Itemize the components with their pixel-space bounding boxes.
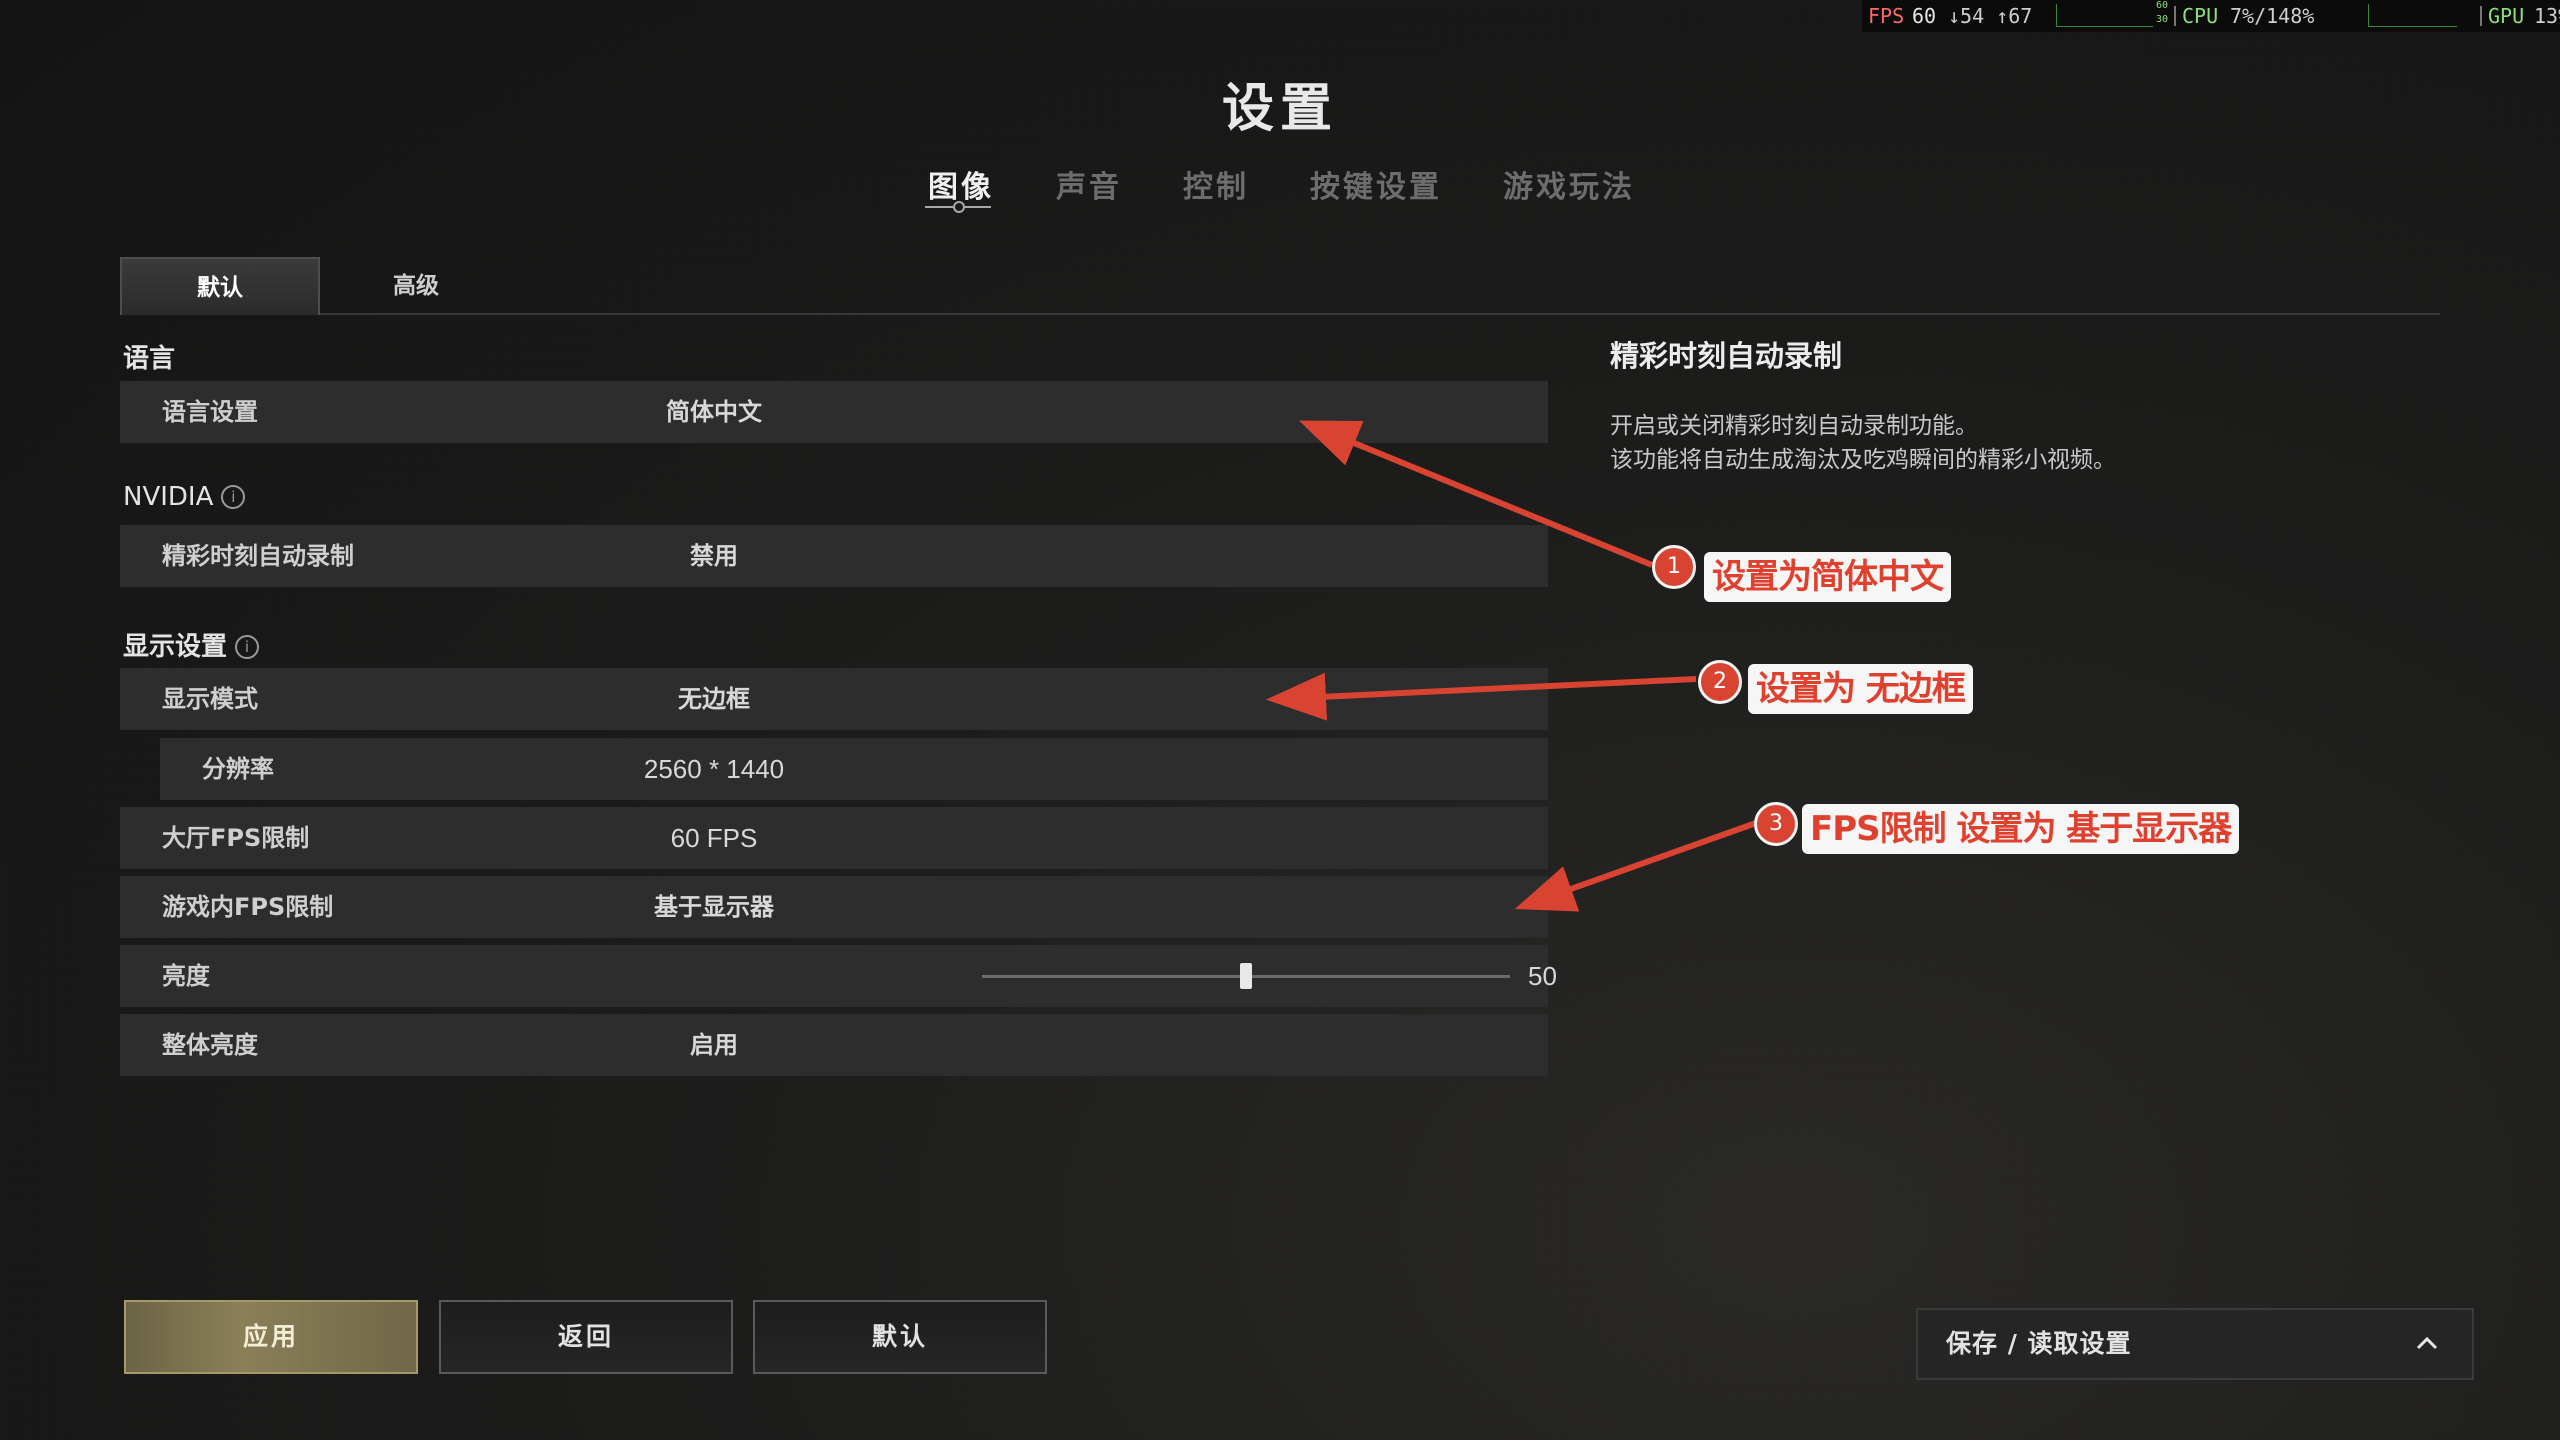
annotation-callout-3: FPS限制 设置为 基于显示器: [1802, 804, 2240, 854]
description-line: 该功能将自动生成淘汰及吃鸡瞬间的精彩小视频。: [1610, 447, 2116, 473]
reset-default-button[interactable]: 默认: [753, 1300, 1047, 1374]
tab-control[interactable]: 控制: [1183, 162, 1249, 206]
info-icon[interactable]: i: [235, 635, 260, 659]
performance-overlay: FPS 60 ↓54 ↑67 60 30 CPU 7%/148% GPU 13%: [1862, 0, 2560, 32]
network-stats: ↓54 ↑67: [1948, 4, 2033, 28]
setting-value[interactable]: 无边框: [120, 668, 1308, 730]
back-button[interactable]: 返回: [439, 1300, 733, 1374]
description-line: 开启或关闭精彩时刻自动录制功能。: [1610, 413, 1978, 439]
setting-row-ingame-fps-limit[interactable]: 游戏内FPS限制 基于显示器: [120, 876, 1548, 938]
annotation-badge-2: 2: [1698, 660, 1742, 704]
description-title: 精彩时刻自动录制: [1610, 339, 1843, 373]
section-title-text: 语言: [123, 344, 176, 374]
section-title-text: NVIDIA: [123, 482, 214, 512]
page-title: 设置: [1221, 79, 1338, 139]
annotation-badge-1: 1: [1652, 545, 1696, 589]
graph-scale-bottom: 30: [2156, 14, 2169, 25]
setting-row-display-mode[interactable]: 显示模式 无边框: [120, 668, 1548, 730]
tab-gameplay[interactable]: 游戏玩法: [1503, 162, 1635, 206]
setting-label: 亮度: [162, 962, 210, 990]
active-tab-indicator: [953, 201, 965, 213]
section-language-title: 语言: [123, 338, 175, 375]
setting-row-highlight-recording[interactable]: 精彩时刻自动录制 禁用: [120, 525, 1548, 587]
brightness-slider-handle[interactable]: [1240, 963, 1252, 989]
arrow-3: [1514, 820, 1758, 912]
setting-value[interactable]: 简体中文: [120, 381, 1308, 443]
fps-graph: [2056, 4, 2153, 27]
subtab-default[interactable]: 默认: [120, 257, 320, 315]
overlay-divider: [2174, 6, 2176, 26]
save-load-label: 保存 / 读取设置: [1946, 1329, 2132, 1358]
apply-button[interactable]: 应用: [124, 1300, 418, 1374]
overlay-divider: [2480, 6, 2482, 26]
setting-row-brightness[interactable]: 亮度 50: [120, 945, 1557, 1007]
gpu-label: GPU: [2488, 4, 2525, 28]
setting-row-resolution[interactable]: 分辨率 2560 * 1440: [160, 738, 1548, 800]
save-load-settings-panel[interactable]: 保存 / 读取设置: [1916, 1308, 2474, 1380]
setting-value[interactable]: 2560 * 1440: [160, 738, 1268, 800]
fps-label: FPS: [1868, 4, 1905, 28]
subtab-divider: [120, 313, 2440, 315]
graph-scale-top: 60: [2156, 0, 2169, 11]
gpu-value: 13%: [2534, 4, 2560, 28]
cpu-value: 7%/148%: [2230, 4, 2315, 28]
info-icon[interactable]: i: [221, 485, 246, 509]
cpu-graph: [2368, 4, 2457, 27]
cpu-label: CPU: [2182, 4, 2219, 28]
setting-value[interactable]: 禁用: [120, 525, 1308, 587]
setting-row-language[interactable]: 语言设置 简体中文: [120, 381, 1548, 443]
section-display-title: 显示设置 i: [123, 626, 260, 663]
chevron-up-icon[interactable]: [2412, 1328, 2442, 1358]
annotation-callout-2: 设置为 无边框: [1748, 664, 1973, 714]
annotation-badge-3: 3: [1754, 802, 1798, 846]
setting-row-overall-brightness[interactable]: 整体亮度 启用: [120, 1014, 1548, 1076]
section-nvidia-title: NVIDIA i: [123, 482, 246, 512]
brightness-value: 50: [1528, 961, 1557, 991]
tab-key-bindings[interactable]: 按键设置: [1310, 162, 1442, 206]
section-title-text: 显示设置: [123, 632, 228, 662]
setting-value[interactable]: 启用: [120, 1014, 1308, 1076]
annotation-callout-1: 设置为简体中文: [1704, 552, 1951, 602]
setting-value[interactable]: 基于显示器: [120, 876, 1308, 938]
subtab-advanced[interactable]: 高级: [318, 257, 514, 313]
tab-sound[interactable]: 声音: [1056, 162, 1122, 206]
setting-value[interactable]: 60 FPS: [120, 807, 1308, 869]
setting-row-lobby-fps-limit[interactable]: 大厅FPS限制 60 FPS: [120, 807, 1548, 869]
fps-value: 60: [1912, 4, 1937, 28]
tab-graphics[interactable]: 图像: [928, 162, 994, 206]
